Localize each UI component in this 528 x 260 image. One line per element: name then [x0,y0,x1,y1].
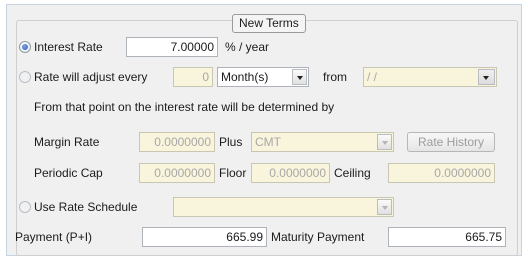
payment-input[interactable]: 665.99 [142,227,267,247]
periodic-cap-label: Periodic Cap [34,166,103,180]
rate-history-button[interactable]: Rate History [407,132,495,152]
floor-input[interactable]: 0.0000000 [251,163,330,183]
rate-adjust-label: Rate will adjust every [34,70,148,84]
margin-rate-input[interactable]: 0.0000000 [139,132,215,152]
maturity-payment-label: Maturity Payment [271,230,365,244]
from-label: from [323,70,347,84]
index-select[interactable]: CMT [251,132,394,152]
rate-adjust-radio[interactable] [19,71,31,83]
chevron-down-icon[interactable] [377,134,392,150]
adjust-count-input[interactable]: 0 [173,67,213,87]
index-value: CMT [255,135,281,149]
calendar-icon[interactable] [478,69,495,85]
adjust-period-select[interactable]: Month(s) [217,67,309,87]
chevron-down-icon[interactable] [377,199,392,215]
interest-rate-unit: % / year [225,40,270,54]
margin-rate-label: Margin Rate [34,135,100,149]
rate-schedule-select[interactable] [173,197,394,217]
rate-schedule-label: Use Rate Schedule [34,200,138,214]
chevron-down-icon[interactable] [292,69,307,85]
ceiling-label: Ceiling [334,166,371,180]
maturity-payment-input[interactable]: 665.75 [388,227,506,247]
floor-label: Floor [219,166,247,180]
ceiling-input[interactable]: 0.0000000 [388,163,495,183]
from-date-value: / / [367,70,378,84]
payment-label: Payment (P+I) [15,230,93,244]
interest-rate-radio[interactable] [19,41,31,53]
info-text: From that point on the interest rate wil… [34,100,335,114]
interest-rate-label: Interest Rate [34,40,103,54]
section-title: New Terms [232,14,306,33]
periodic-cap-input[interactable]: 0.0000000 [139,163,215,183]
from-date-input[interactable]: / / [363,67,497,87]
plus-label: Plus [219,135,243,149]
rate-schedule-radio[interactable] [19,201,31,213]
new-terms-panel: New Terms Interest Rate 7.00000 % / year… [6,4,522,256]
interest-rate-input[interactable]: 7.00000 [126,37,218,57]
adjust-period-value: Month(s) [221,70,269,84]
